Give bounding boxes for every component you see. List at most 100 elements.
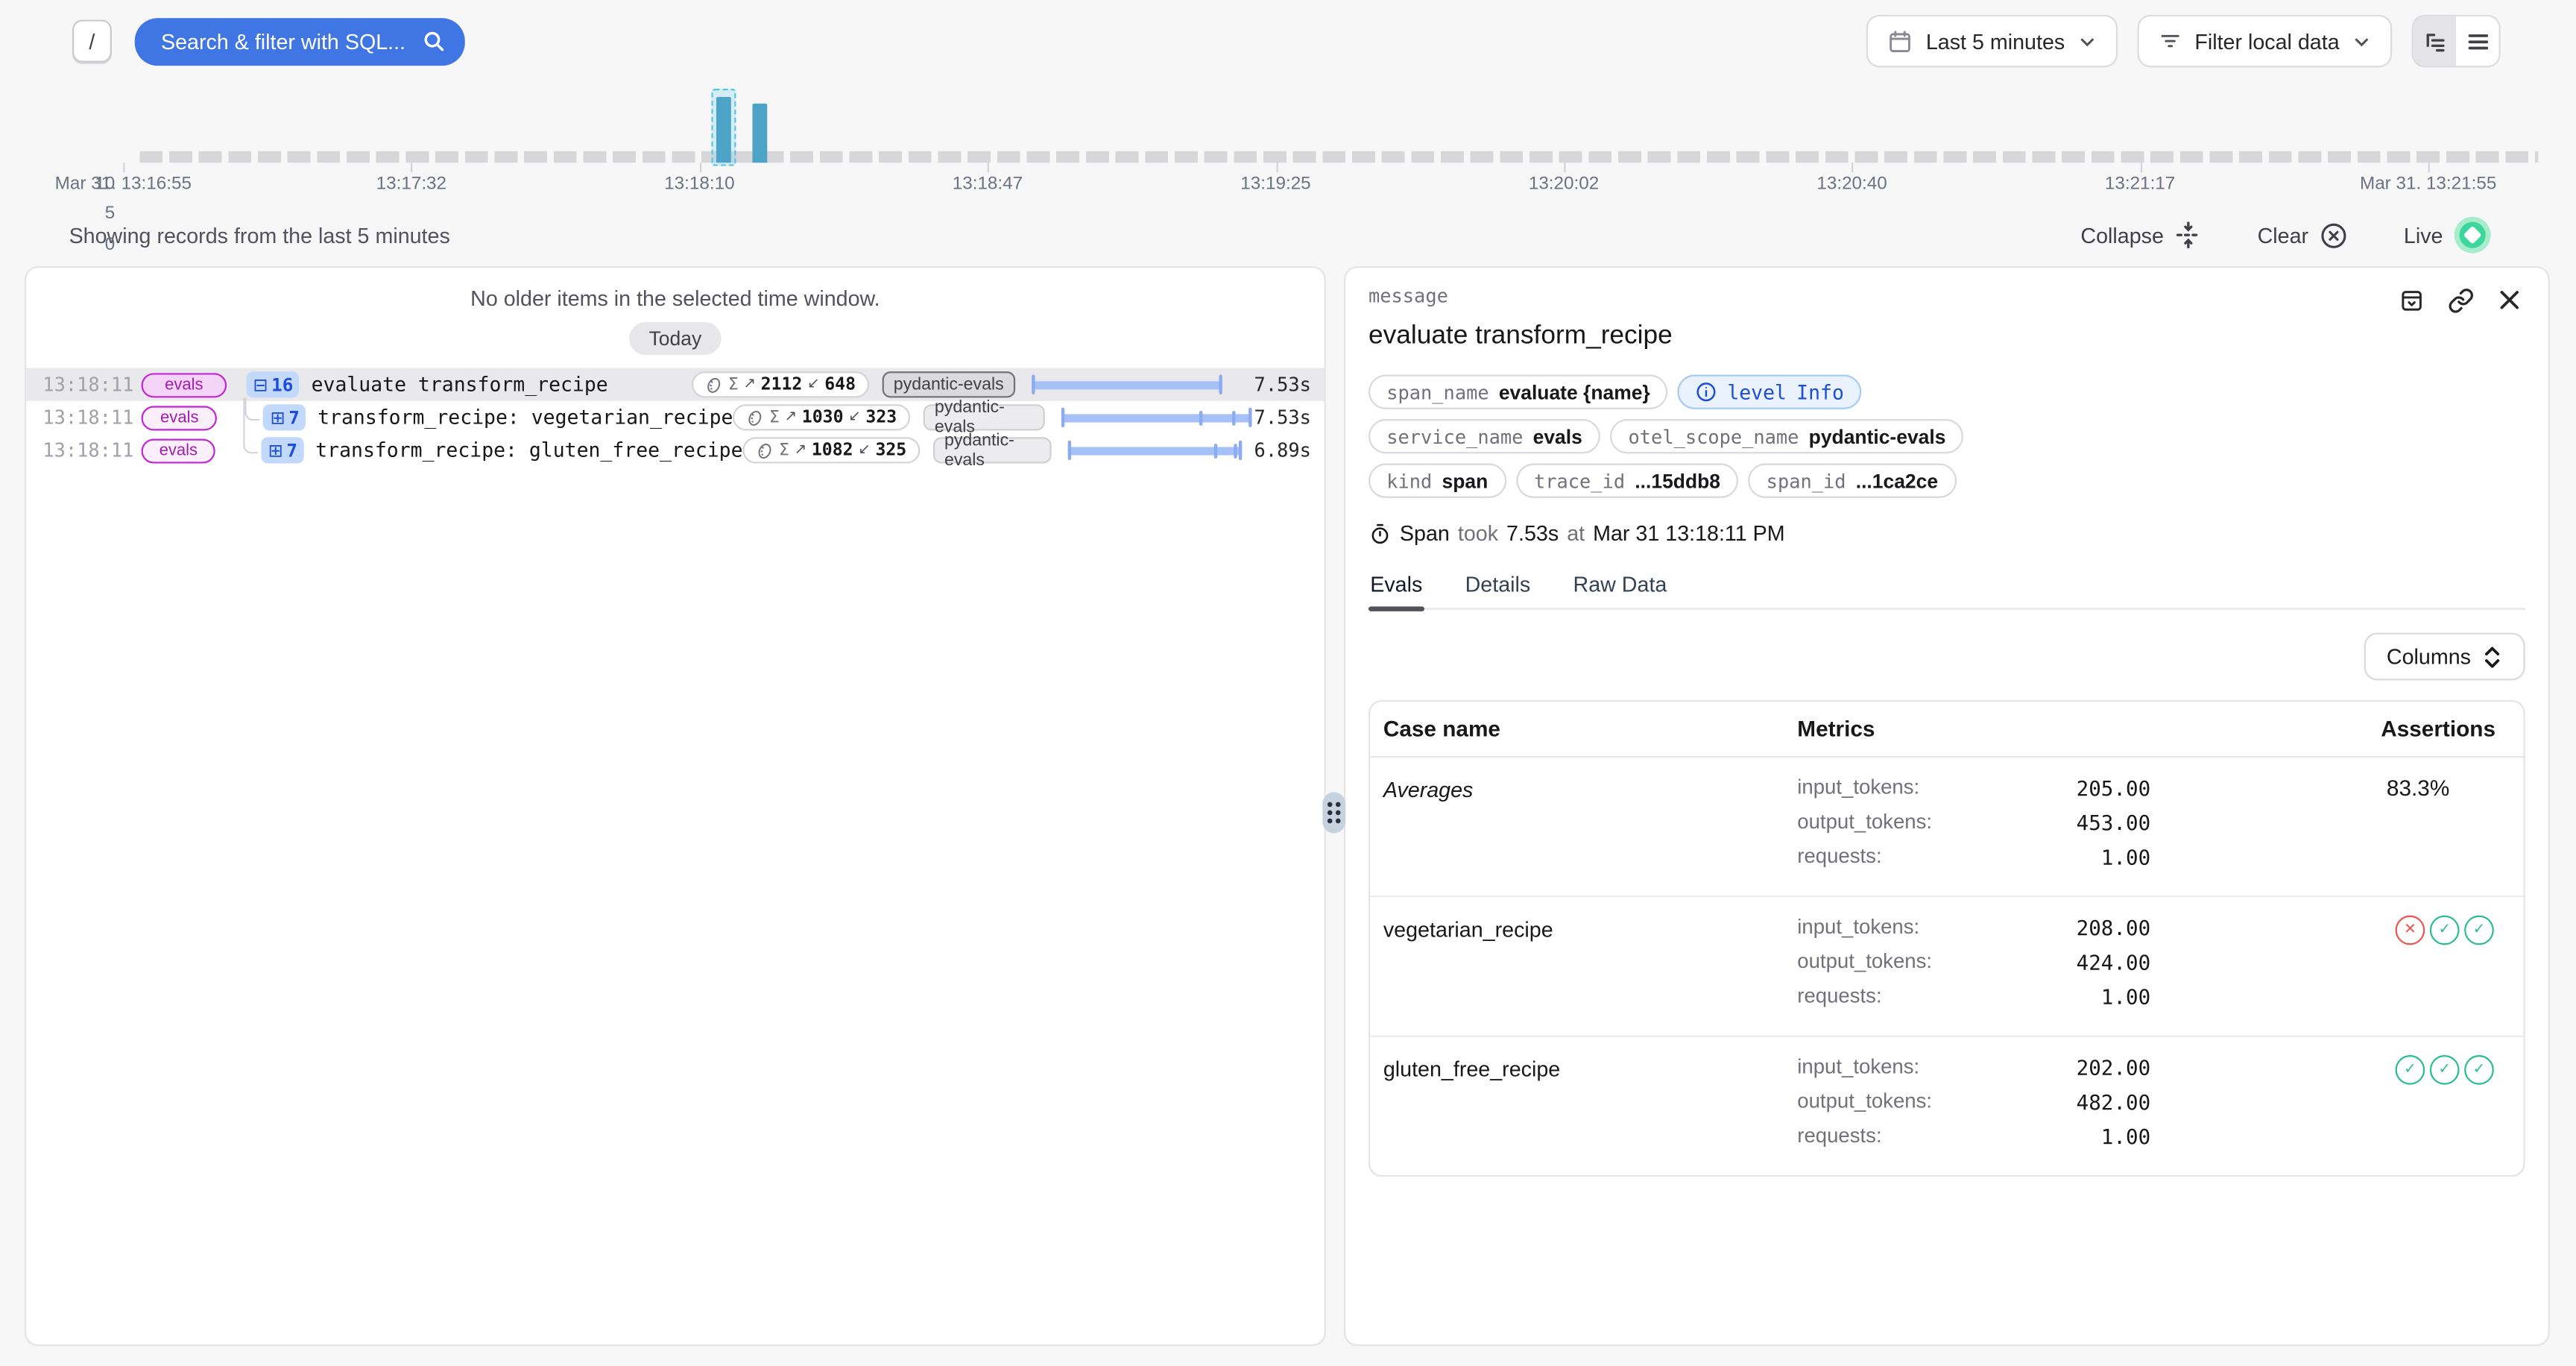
trace-timestamp: 13:18:11 [42, 373, 118, 396]
search-button[interactable]: Search & filter with SQL... [135, 17, 465, 65]
service-badge[interactable]: evals [142, 405, 218, 429]
attribute-tag-chip[interactable]: otel_scope_namepydantic-evals [1610, 419, 1963, 453]
x-axis-tick [2140, 163, 2141, 172]
duration-bar [1032, 375, 1222, 394]
metric-value: 205.00 [2077, 775, 2151, 800]
duration-bar [1061, 408, 1231, 427]
token-usage-chip[interactable]: Σ↗1082↙325 [743, 437, 920, 463]
clear-button[interactable]: Clear [2258, 221, 2348, 248]
column-header: Assertions [2191, 717, 2523, 741]
service-badge[interactable]: evals [142, 372, 227, 397]
level-tag-chip[interactable]: level Info [1678, 375, 1862, 409]
histogram-bar[interactable] [752, 104, 767, 163]
arrow-up-right-icon: ↗ [785, 409, 798, 426]
metric-label: input_tokens: [1797, 1055, 2076, 1080]
service-badge[interactable]: evals [142, 438, 216, 462]
metric-value: 208.00 [2077, 916, 2151, 940]
x-axis-tick-label: 13:18:47 [953, 174, 1023, 194]
panel-resize-handle[interactable] [1322, 792, 1345, 833]
case-name: vegetarian_recipe [1383, 917, 1553, 942]
evals-table-row[interactable]: vegetarian_recipeinput_tokens:208.00outp… [1370, 897, 2523, 1036]
expand-box-icon: ⊞ [271, 409, 285, 427]
tree-view-toggle[interactable] [2414, 16, 2456, 66]
tag-key: kind [1386, 469, 1432, 492]
detail-tabs: Evals Details Raw Data [1368, 572, 2525, 610]
attribute-tag-chip[interactable]: trace_id...15ddb8 [1516, 464, 1738, 498]
span-timestamp: Mar 31 13:18:11 PM [1593, 521, 1785, 546]
attribute-tag-chip[interactable]: span_nameevaluate {name} [1368, 375, 1668, 409]
metric-value: 1.00 [2101, 1124, 2150, 1149]
copy-link-icon[interactable] [2445, 284, 2478, 317]
histogram-bar[interactable] [716, 97, 731, 163]
attribute-tag-chip[interactable]: service_nameevals [1368, 419, 1600, 453]
slash-shortcut-key: / [72, 19, 112, 62]
list-view-toggle[interactable] [2456, 16, 2498, 66]
close-icon[interactable] [2494, 284, 2525, 317]
tree-cell: ⊞7transform_recipe: gluten_free_recipe [236, 437, 743, 463]
trace-timestamp: 13:18:11 [42, 438, 118, 462]
duration-bar [1067, 441, 1232, 460]
arrow-down-left-icon: ↙ [858, 442, 871, 459]
duration-bar-tick [1232, 410, 1235, 425]
span-detail-panel: message [1344, 266, 2550, 1346]
collapse-label: Collapse [2080, 223, 2164, 248]
sigma-icon: Σ [769, 409, 780, 427]
time-range-label: Last 5 minutes [1926, 29, 2065, 54]
x-axis-tick-label: 13:19:25 [1240, 174, 1310, 194]
tag-value: span [1442, 469, 1489, 492]
tag-key: level [1727, 380, 1787, 403]
tab-details[interactable]: Details [1463, 572, 1532, 608]
tag-row: kind span trace_id...15ddb8 span_id...1ca2c… [1368, 464, 2525, 498]
assertion-pass-icon: ✓ [2430, 916, 2460, 945]
filter-local-data-dropdown[interactable]: Filter local data [2137, 15, 2392, 68]
x-axis-tick [1564, 163, 1565, 172]
metric-value: 424.00 [2077, 950, 2151, 975]
collapse-children-button[interactable]: ⊟16 [247, 371, 300, 397]
token-usage-chip[interactable]: Σ↗2112↙648 [692, 371, 868, 397]
tab-evals[interactable]: Evals [1368, 572, 1424, 608]
topbar: / Search & filter with SQL... Last 5 min… [0, 0, 2576, 82]
clear-circle-x-icon [2320, 221, 2347, 248]
tag-row: span_nameevaluate {name} level Info [1368, 375, 2525, 409]
sigma-icon: Σ [779, 441, 789, 459]
scope-chip[interactable]: pydantic-evals [923, 404, 1044, 430]
today-chip[interactable]: Today [629, 322, 721, 355]
evals-table: Case nameMetricsAssertions Averagesinput… [1368, 700, 2525, 1177]
trace-row[interactable]: 13:18:11 evals ⊟16 evaluate transform_recip… [26, 368, 1324, 401]
span-duration-value: 7.53s [1506, 521, 1559, 546]
attribute-tag-chip[interactable]: span_id...1ca2ce [1748, 464, 1956, 498]
status-actions: Collapse Clear Live [2080, 217, 2490, 253]
output-tokens-count: 325 [875, 441, 906, 460]
time-range-dropdown[interactable]: Last 5 minutes [1867, 15, 2118, 68]
case-cell: Averages [1370, 775, 1797, 879]
columns-button[interactable]: Columns [2364, 633, 2525, 681]
coin-icon [705, 376, 723, 394]
metric-line: output_tokens:453.00 [1797, 811, 2150, 835]
tree-connector [244, 397, 259, 453]
tag-value: Info [1796, 380, 1844, 403]
pin-panel-icon[interactable] [2396, 284, 2428, 317]
scope-chip[interactable]: pydantic-evals [933, 437, 1052, 463]
attribute-tag-chip[interactable]: kind span [1368, 464, 1506, 498]
histogram-plot[interactable]: Mar 31. 13:16:5513:17:3213:18:1013:18:47… [123, 86, 2538, 194]
assertions-cell: ✕✓✓ [2191, 916, 2523, 1019]
evals-table-row[interactable]: gluten_free_recipeinput_tokens:202.00out… [1370, 1037, 2523, 1175]
span-name: evaluate transform_recipe [312, 373, 608, 396]
expand-children-button[interactable]: ⊞7 [264, 404, 306, 430]
expand-children-button[interactable]: ⊞7 [262, 437, 304, 463]
duration-bar-start-cap [1067, 441, 1070, 460]
evals-table-row[interactable]: Averagesinput_tokens:205.00output_tokens… [1370, 758, 2523, 897]
trace-row[interactable]: 13:18:11 evals ⊞7transform_recipe: gluten_… [26, 434, 1324, 467]
tab-raw-data[interactable]: Raw Data [1571, 572, 1668, 608]
collapse-button[interactable]: Collapse [2080, 222, 2201, 248]
token-usage-chip[interactable]: Σ↗1030↙323 [733, 404, 909, 430]
live-toggle[interactable]: Live [2404, 217, 2491, 253]
tag-key: trace_id [1534, 469, 1625, 492]
scope-chip[interactable]: pydantic-evals [882, 371, 1015, 397]
x-axis-tick [988, 163, 989, 172]
assertion-pass-icon: ✓ [2430, 1055, 2460, 1085]
tag-key: service_name [1386, 425, 1523, 448]
duration-bar-end-cap [1219, 375, 1222, 394]
x-axis-tick [1852, 163, 1854, 172]
trace-row[interactable]: 13:18:11evals⊞7transform_recipe: vegetar… [26, 401, 1324, 434]
